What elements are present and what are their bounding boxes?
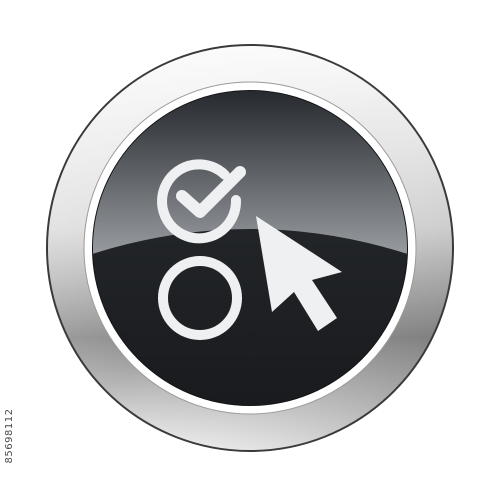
round-button[interactable] [0,0,500,500]
side-id-text: 85698112 [4,408,15,464]
stage: 85698112 [0,0,500,500]
